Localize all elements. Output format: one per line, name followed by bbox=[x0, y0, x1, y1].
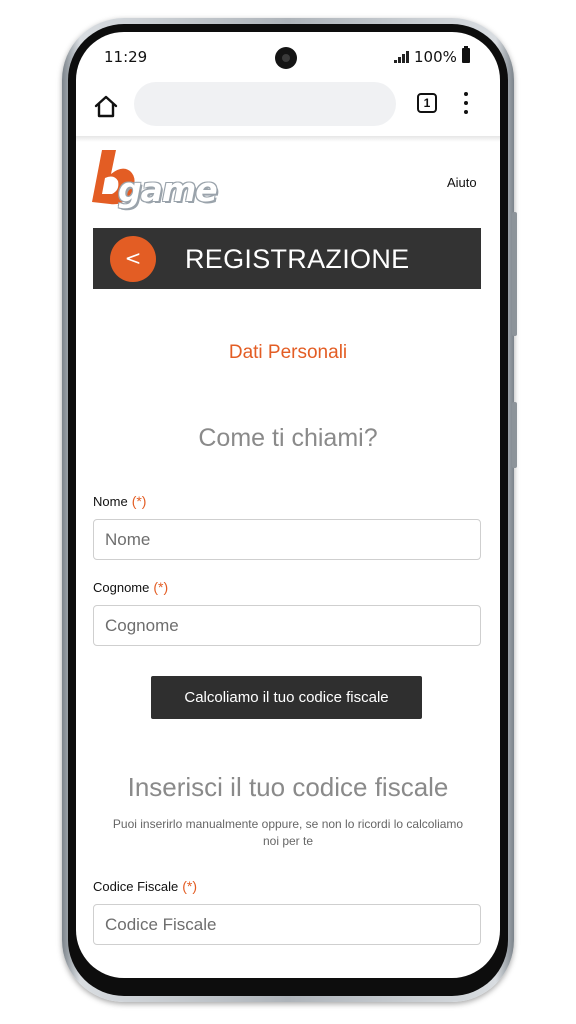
browser-toolbar: 1 bbox=[76, 80, 500, 138]
required-marker: (*) bbox=[153, 579, 169, 595]
required-marker: (*) bbox=[131, 493, 147, 509]
logo-wordmark: game bbox=[118, 170, 218, 209]
tax-code-heading: Inserisci il tuo codice fiscale bbox=[127, 772, 449, 802]
back-button[interactable]: < bbox=[110, 236, 156, 282]
signal-icon bbox=[394, 51, 410, 63]
volume-button bbox=[512, 212, 517, 336]
status-time: 11:29 bbox=[104, 48, 148, 66]
address-bar[interactable] bbox=[134, 82, 396, 126]
surname-input[interactable] bbox=[93, 605, 481, 646]
name-label-row: Nome (*) bbox=[93, 493, 146, 509]
power-button bbox=[512, 402, 517, 468]
surname-label: Cognome bbox=[93, 580, 150, 595]
toolbar-shadow bbox=[76, 136, 500, 142]
more-options-icon[interactable] bbox=[464, 92, 468, 114]
front-camera bbox=[275, 47, 297, 69]
bgame-logo[interactable]: game bbox=[92, 148, 222, 218]
section-title: Dati Personali bbox=[228, 342, 348, 363]
phone-screen: 11:29 100% 1 game Aiuto < REGISTRAZIONE … bbox=[76, 32, 500, 978]
required-marker: (*) bbox=[182, 878, 198, 894]
page-title: REGISTRAZIONE bbox=[185, 244, 410, 274]
calculate-tax-code-button[interactable]: Calcoliamo il tuo codice fiscale bbox=[151, 676, 422, 719]
home-icon[interactable] bbox=[93, 94, 119, 120]
tax-code-label: Codice Fiscale bbox=[93, 879, 179, 894]
name-label: Nome bbox=[93, 494, 128, 509]
tax-code-label-row: Codice Fiscale (*) bbox=[93, 878, 197, 894]
name-heading: Come ti chiami? bbox=[198, 424, 378, 452]
registration-header: < REGISTRAZIONE bbox=[93, 228, 481, 289]
name-input[interactable] bbox=[93, 519, 481, 560]
surname-label-row: Cognome (*) bbox=[93, 579, 168, 595]
battery-icon bbox=[462, 46, 470, 63]
tab-switcher-icon[interactable]: 1 bbox=[417, 93, 437, 113]
tax-code-input[interactable] bbox=[93, 904, 481, 945]
help-link[interactable]: Aiuto bbox=[447, 175, 477, 190]
battery-percent: 100% bbox=[414, 48, 457, 66]
tax-code-hint: Puoi inserirlo manualmente oppure, se no… bbox=[112, 817, 464, 848]
status-bar: 11:29 100% bbox=[76, 32, 500, 80]
